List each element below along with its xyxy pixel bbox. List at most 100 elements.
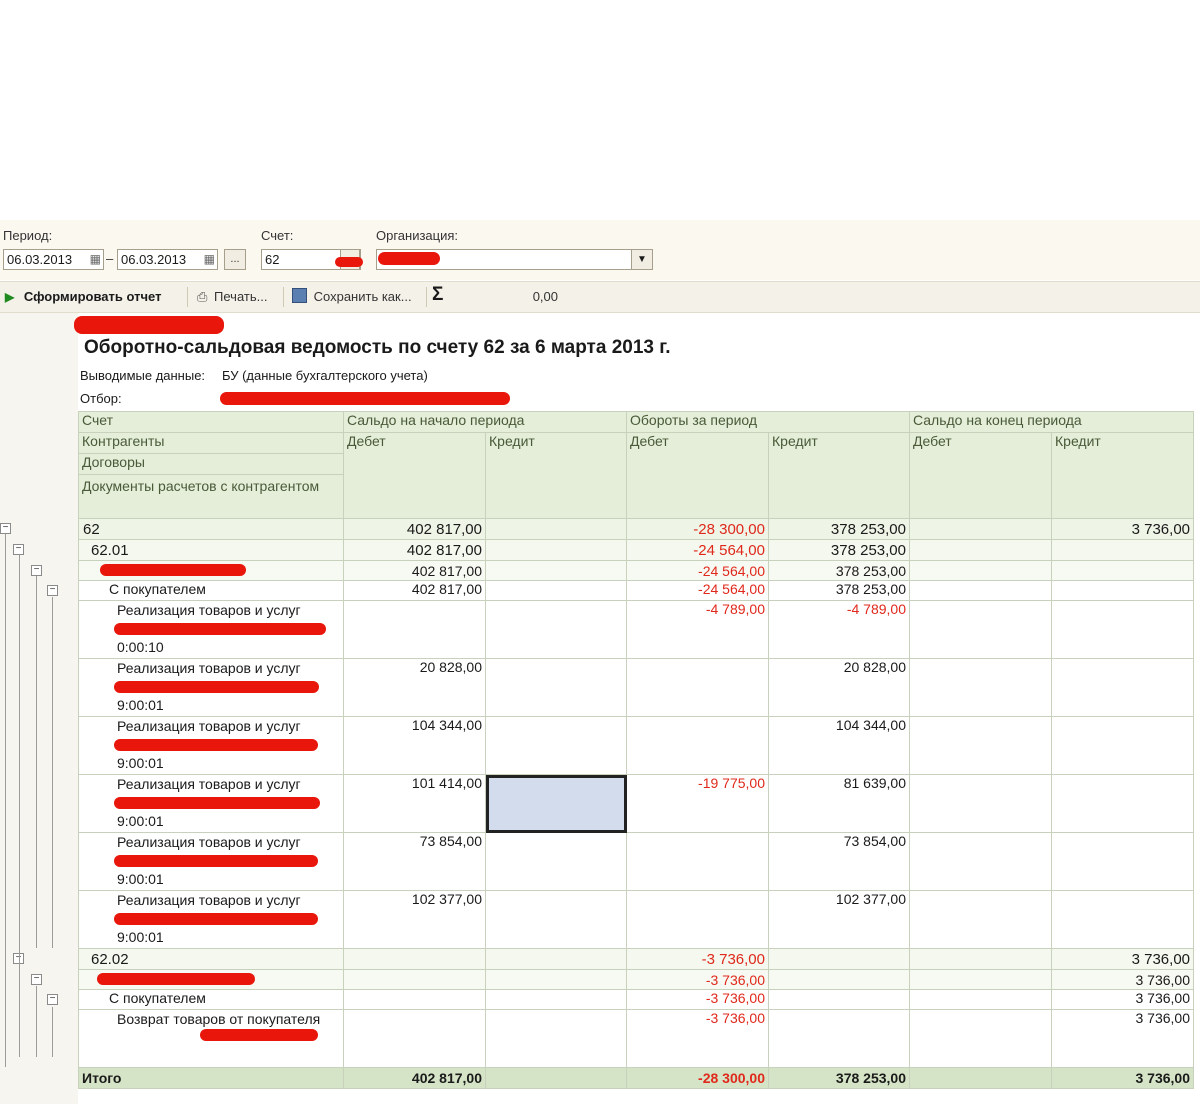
cell-closing-credit[interactable] (1051, 560, 1194, 581)
cell-opening-debit[interactable]: 20 828,00 (343, 658, 486, 717)
cell-turnover-credit[interactable]: 20 828,00 (768, 658, 910, 717)
collapse-group-button[interactable]: − (47, 585, 58, 596)
collapse-group-button[interactable]: − (31, 974, 42, 985)
table-row[interactable]: 62 402 817,00 -28 300,00 378 253,00 3 736,00 (78, 518, 1194, 540)
cell-opening-credit[interactable] (485, 890, 627, 949)
cell-turnover-debit[interactable] (626, 832, 769, 891)
cell-opening-debit[interactable]: 101 414,00 (343, 774, 486, 833)
cell-opening-debit[interactable]: 73 854,00 (343, 832, 486, 891)
cell-turnover-credit[interactable] (768, 969, 910, 990)
cell-opening-debit[interactable]: 402 817,00 (343, 539, 486, 561)
cell-closing-credit[interactable] (1051, 600, 1194, 659)
cell-turnover-debit[interactable]: -3 736,00 (626, 1009, 769, 1068)
cell-closing-credit[interactable] (1051, 716, 1194, 775)
date-from-field[interactable]: 06.03.2013 ▦ (3, 249, 104, 270)
sum-icon[interactable]: Σ (432, 285, 443, 305)
cell-opening-credit[interactable] (485, 774, 627, 833)
cell-closing-credit[interactable]: 3 736,00 (1051, 948, 1194, 970)
cell-opening-debit[interactable] (343, 989, 486, 1010)
cell-closing-debit[interactable] (909, 539, 1052, 561)
cell-opening-credit[interactable] (485, 518, 627, 540)
cell-closing-debit[interactable] (909, 580, 1052, 601)
table-row[interactable]: С покупателем -3 736,00 3 736,00 (78, 989, 1194, 1010)
calendar-icon[interactable]: ▦ (90, 250, 101, 269)
cell-turnover-debit[interactable]: -28 300,00 (626, 518, 769, 540)
cell-turnover-debit[interactable]: -3 736,00 (626, 948, 769, 970)
cell-opening-credit[interactable] (485, 989, 627, 1010)
cell-closing-credit[interactable] (1051, 890, 1194, 949)
row-label-cell[interactable]: 62.02 (78, 948, 344, 970)
cell-opening-debit[interactable]: 102 377,00 (343, 890, 486, 949)
collapse-group-button[interactable]: − (0, 523, 11, 534)
total-opening-debit[interactable]: 402 817,00 (343, 1067, 486, 1089)
cell-turnover-credit[interactable] (768, 1009, 910, 1068)
cell-opening-debit[interactable] (343, 600, 486, 659)
cell-closing-credit[interactable] (1051, 658, 1194, 717)
cell-closing-debit[interactable] (909, 948, 1052, 970)
cell-turnover-credit[interactable]: 104 344,00 (768, 716, 910, 775)
cell-turnover-debit[interactable]: -24 564,00 (626, 539, 769, 561)
cell-closing-debit[interactable] (909, 716, 1052, 775)
cell-opening-credit[interactable] (485, 1009, 627, 1068)
table-row[interactable]: 62.02 -3 736,00 3 736,00 (78, 948, 1194, 970)
cell-turnover-debit[interactable]: -24 564,00 (626, 580, 769, 601)
cell-opening-debit[interactable] (343, 1009, 486, 1068)
total-closing-credit[interactable]: 3 736,00 (1051, 1067, 1194, 1089)
table-row[interactable]: С покупателем 402 817,00 -24 564,00 378 253… (78, 580, 1194, 601)
cell-turnover-debit[interactable]: -19 775,00 (626, 774, 769, 833)
cell-closing-credit[interactable] (1051, 774, 1194, 833)
row-label-cell[interactable]: 62.01 (78, 539, 344, 561)
cell-opening-debit[interactable] (343, 969, 486, 990)
cell-turnover-credit[interactable]: -4 789,00 (768, 600, 910, 659)
cell-turnover-debit[interactable] (626, 890, 769, 949)
cell-closing-debit[interactable] (909, 1009, 1052, 1068)
cell-closing-credit[interactable] (1051, 580, 1194, 601)
cell-opening-credit[interactable] (485, 580, 627, 601)
table-row[interactable]: 62.01 402 817,00 -24 564,00 378 253,00 (78, 539, 1194, 561)
cell-opening-credit[interactable] (485, 969, 627, 990)
cell-turnover-credit[interactable] (768, 989, 910, 1010)
cell-opening-credit[interactable] (485, 832, 627, 891)
cell-turnover-debit[interactable] (626, 658, 769, 717)
cell-opening-debit[interactable]: 402 817,00 (343, 580, 486, 601)
cell-opening-credit[interactable] (485, 560, 627, 581)
save-as-button[interactable]: Сохранить как... (292, 287, 412, 307)
cell-turnover-credit[interactable]: 378 253,00 (768, 580, 910, 601)
cell-turnover-debit[interactable]: -3 736,00 (626, 989, 769, 1010)
cell-closing-debit[interactable] (909, 969, 1052, 990)
cell-opening-debit[interactable] (343, 948, 486, 970)
period-select-button[interactable]: ... (224, 249, 246, 270)
cell-closing-debit[interactable] (909, 600, 1052, 659)
cell-turnover-credit[interactable]: 81 639,00 (768, 774, 910, 833)
cell-turnover-credit[interactable]: 102 377,00 (768, 890, 910, 949)
cell-turnover-credit[interactable]: 378 253,00 (768, 560, 910, 581)
date-to-field[interactable]: 06.03.2013 ▦ (117, 249, 218, 270)
cell-closing-credit[interactable]: 3 736,00 (1051, 518, 1194, 540)
cell-closing-debit[interactable] (909, 658, 1052, 717)
cell-closing-credit[interactable]: 3 736,00 (1051, 1009, 1194, 1068)
cell-closing-debit[interactable] (909, 832, 1052, 891)
total-opening-credit[interactable] (485, 1067, 627, 1089)
total-closing-debit[interactable] (909, 1067, 1052, 1089)
collapse-group-button[interactable]: − (13, 544, 24, 555)
row-label-cell[interactable]: С покупателем (78, 989, 344, 1010)
cell-closing-debit[interactable] (909, 518, 1052, 540)
cell-turnover-debit[interactable] (626, 716, 769, 775)
generate-report-button[interactable]: ▶ Сформировать отчет (5, 287, 161, 307)
cell-turnover-debit[interactable]: -24 564,00 (626, 560, 769, 581)
cell-opening-credit[interactable] (485, 716, 627, 775)
total-row[interactable]: Итого 402 817,00 -28 300,00 378 253,00 3 736… (78, 1067, 1194, 1089)
cell-opening-debit[interactable]: 402 817,00 (343, 560, 486, 581)
row-label-cell[interactable]: 62 (78, 518, 344, 540)
cell-closing-credit[interactable]: 3 736,00 (1051, 989, 1194, 1010)
cell-closing-credit[interactable] (1051, 832, 1194, 891)
cell-turnover-credit[interactable]: 378 253,00 (768, 539, 910, 561)
cell-opening-credit[interactable] (485, 658, 627, 717)
cell-opening-debit[interactable]: 402 817,00 (343, 518, 486, 540)
cell-closing-debit[interactable] (909, 774, 1052, 833)
cell-turnover-credit[interactable]: 73 854,00 (768, 832, 910, 891)
chevron-down-icon[interactable]: ▼ (631, 250, 652, 269)
total-turnover-credit[interactable]: 378 253,00 (768, 1067, 910, 1089)
cell-turnover-debit[interactable]: -3 736,00 (626, 969, 769, 990)
cell-opening-debit[interactable]: 104 344,00 (343, 716, 486, 775)
